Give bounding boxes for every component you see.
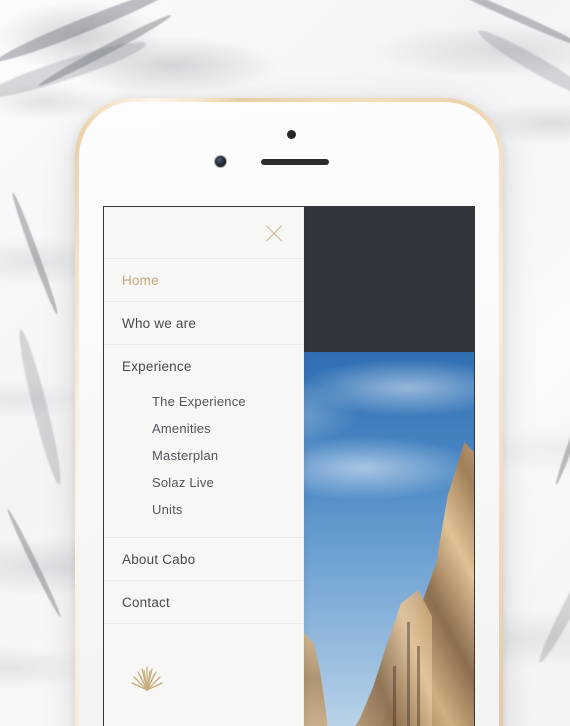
navigation-drawer: Home Who we are Experience The Experienc… — [104, 207, 304, 726]
menu-item-contact[interactable]: Contact — [104, 581, 303, 624]
submenu-item-masterplan[interactable]: Masterplan — [104, 442, 303, 469]
menu-item-experience[interactable]: Experience — [104, 345, 303, 388]
drawer-header — [104, 207, 303, 259]
submenu-experience: The Experience Amenities Masterplan Sola… — [104, 388, 303, 538]
earpiece-speaker — [261, 159, 329, 165]
submenu-item-solaz-live[interactable]: Solaz Live — [104, 469, 303, 496]
submenu-item-the-experience[interactable]: The Experience — [104, 388, 303, 415]
submenu-item-units[interactable]: Units — [104, 496, 303, 523]
submenu-item-amenities[interactable]: Amenities — [104, 415, 303, 442]
agave-plant-logo[interactable] — [104, 624, 303, 692]
menu-item-home[interactable]: Home — [104, 259, 303, 302]
close-icon[interactable] — [263, 223, 285, 245]
proximity-sensor-icon — [287, 130, 296, 139]
phone-device: SOLAZ LOS CABOS Balance... — [75, 98, 503, 726]
menu-item-about-cabo[interactable]: About Cabo — [104, 538, 303, 581]
menu-item-who-we-are[interactable]: Who we are — [104, 302, 303, 345]
phone-bezel: SOLAZ LOS CABOS Balance... — [79, 102, 499, 726]
front-camera-icon — [215, 156, 226, 167]
phone-screen: SOLAZ LOS CABOS Balance... — [104, 207, 474, 726]
